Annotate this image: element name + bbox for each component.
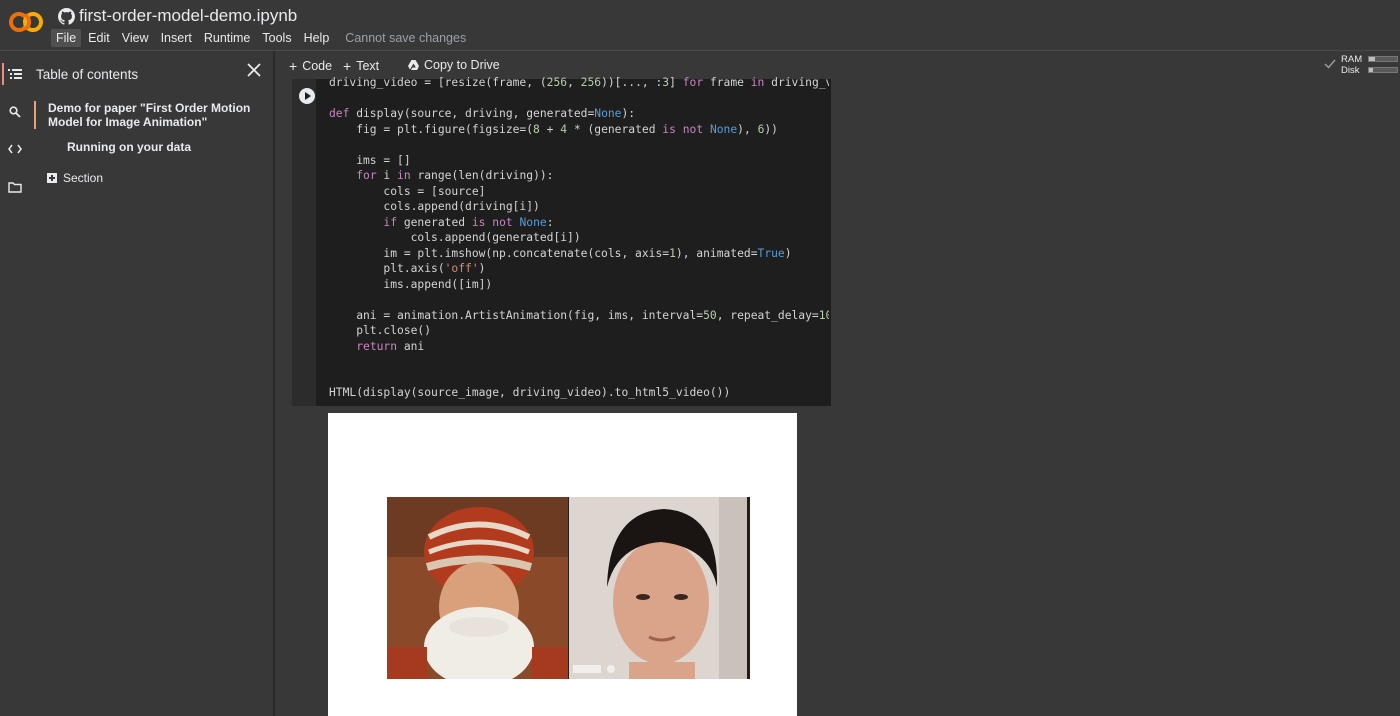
code-line[interactable]: def display(source, driving, generated=N… bbox=[329, 106, 829, 122]
notebook-title[interactable]: first-order-model-demo.ipynb bbox=[79, 6, 297, 26]
code-line[interactable] bbox=[329, 292, 829, 308]
search-icon bbox=[9, 106, 21, 118]
notebook-area: driving_video = [resize(frame, (256, 256… bbox=[275, 76, 1400, 716]
menu-view[interactable]: View bbox=[117, 29, 154, 47]
cell-gutter bbox=[292, 79, 316, 406]
code-editor[interactable]: driving_video = [resize(frame, (256, 256… bbox=[329, 75, 829, 406]
code-line[interactable]: HTML(display(source_image, driving_video… bbox=[329, 385, 829, 401]
source-image-frame bbox=[387, 497, 568, 679]
code-line[interactable]: cols.append(driving[i]) bbox=[329, 199, 829, 215]
code-line[interactable] bbox=[329, 91, 829, 107]
header: first-order-model-demo.ipynb File Edit V… bbox=[0, 0, 1400, 50]
run-cell-button[interactable] bbox=[299, 88, 315, 104]
code-cell[interactable]: driving_video = [resize(frame, (256, 256… bbox=[292, 76, 831, 406]
plus-icon: + bbox=[289, 58, 298, 74]
copy-to-drive-button[interactable]: Copy to Drive bbox=[408, 58, 500, 72]
drive-icon bbox=[408, 60, 419, 70]
disk-bar bbox=[1368, 67, 1398, 73]
code-line[interactable]: return ani bbox=[329, 339, 829, 355]
expand-icon[interactable] bbox=[47, 173, 57, 183]
video-edge bbox=[747, 497, 750, 679]
disk-label: Disk bbox=[1341, 65, 1360, 76]
driving-video-frame bbox=[569, 497, 747, 679]
animation-video[interactable] bbox=[387, 497, 750, 679]
code-snippets-icon bbox=[8, 144, 22, 154]
code-snippets-rail-button[interactable] bbox=[0, 134, 30, 164]
toc-item-section[interactable]: Section bbox=[47, 171, 103, 185]
code-line[interactable]: plt.axis('off') bbox=[329, 261, 829, 277]
plus-icon: + bbox=[343, 58, 352, 74]
menu-edit[interactable]: Edit bbox=[83, 29, 115, 47]
toc-item-running-on-your-data[interactable]: Running on your data bbox=[67, 140, 191, 154]
code-line[interactable] bbox=[329, 370, 829, 386]
save-status[interactable]: Cannot save changes bbox=[345, 31, 466, 45]
add-text-button[interactable]: + Text bbox=[343, 58, 379, 74]
sidebar-rail bbox=[0, 51, 30, 716]
resource-monitor[interactable]: RAM Disk bbox=[1341, 54, 1362, 76]
ram-bar-fill bbox=[1369, 57, 1375, 61]
github-icon bbox=[58, 7, 75, 25]
code-line[interactable] bbox=[329, 137, 829, 153]
toc-title: Table of contents bbox=[36, 67, 139, 82]
menu-runtime[interactable]: Runtime bbox=[199, 29, 256, 47]
menu-insert[interactable]: Insert bbox=[156, 29, 197, 47]
menu-help[interactable]: Help bbox=[299, 29, 335, 47]
code-line[interactable]: driving_video = [resize(frame, (256, 256… bbox=[329, 75, 829, 91]
code-line[interactable]: ims.append([im]) bbox=[329, 277, 829, 293]
search-rail-button[interactable] bbox=[0, 97, 30, 127]
disk-bar-fill bbox=[1369, 68, 1374, 72]
code-line[interactable]: if generated is not None: bbox=[329, 215, 829, 231]
code-line[interactable] bbox=[329, 354, 829, 370]
code-line[interactable]: im = plt.imshow(np.concatenate(cols, axi… bbox=[329, 246, 829, 262]
code-line[interactable]: fig = plt.figure(figsize=(8 + 4 * (gener… bbox=[329, 122, 829, 138]
menu-file[interactable]: File bbox=[51, 28, 82, 47]
add-text-label: Text bbox=[356, 59, 380, 73]
menu-tools[interactable]: Tools bbox=[257, 29, 296, 47]
cell-output bbox=[328, 413, 797, 716]
add-code-button[interactable]: + Code bbox=[289, 58, 332, 74]
code-line[interactable]: plt.close() bbox=[329, 323, 829, 339]
files-rail-button[interactable] bbox=[0, 172, 30, 202]
add-code-label: Code bbox=[302, 59, 333, 73]
folder-icon bbox=[8, 181, 22, 193]
close-icon[interactable] bbox=[247, 63, 261, 77]
code-line[interactable]: cols = [source] bbox=[329, 184, 829, 200]
menu-bar: File Edit View Insert Runtime Tools Help… bbox=[51, 27, 466, 48]
code-line[interactable]: cols.append(generated[i]) bbox=[329, 230, 829, 246]
colab-logo-icon[interactable] bbox=[8, 10, 44, 34]
check-icon bbox=[1324, 59, 1336, 69]
toc-item-demo-for-paper[interactable]: Demo for paper "First Order Motion Model… bbox=[34, 101, 266, 129]
toc-item-section-label: Section bbox=[63, 171, 104, 185]
table-of-contents-icon bbox=[8, 69, 22, 79]
ram-bar bbox=[1368, 56, 1398, 62]
ram-label: RAM bbox=[1341, 54, 1363, 65]
notebook-title-row: first-order-model-demo.ipynb bbox=[58, 5, 297, 27]
code-line[interactable]: for i in range(len(driving)): bbox=[329, 168, 829, 184]
code-line[interactable]: ani = animation.ArtistAnimation(fig, ims… bbox=[329, 308, 829, 324]
copy-to-drive-label: Copy to Drive bbox=[424, 58, 500, 72]
table-of-contents-panel: Table of contents Demo for paper "First … bbox=[30, 51, 273, 716]
toc-rail-button[interactable] bbox=[0, 59, 30, 89]
code-line[interactable]: ims = [] bbox=[329, 153, 829, 169]
